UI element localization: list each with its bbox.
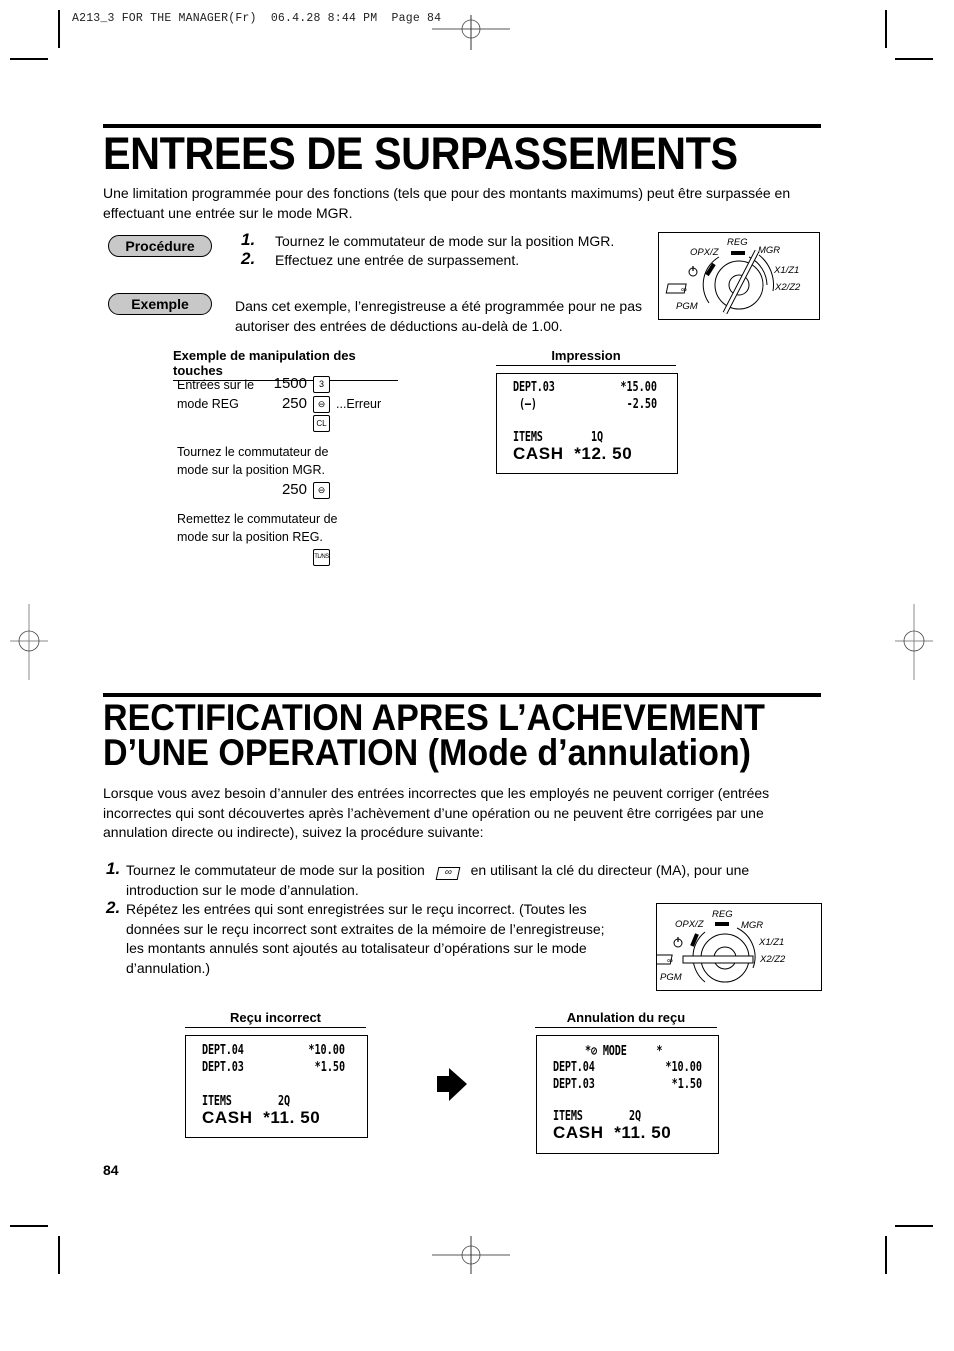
step-text-part: Tournez le commutateur de mode sur la po…: [126, 862, 425, 878]
receipt-items-qty: 2Q: [278, 1094, 290, 1109]
key-dept3: 3: [313, 376, 330, 393]
power-icon: [688, 266, 698, 277]
procedure-label: Procédure: [108, 235, 212, 257]
impression-heading: Impression: [496, 348, 676, 366]
step-text: Effectuez une entrée de surpassement.: [275, 252, 520, 268]
crop-mark: [10, 1225, 48, 1227]
key-clear: CL: [313, 415, 330, 432]
crop-mark: [10, 58, 48, 60]
receipt-items-qty: 2Q: [629, 1109, 641, 1124]
step-number: 2.: [241, 249, 256, 268]
receipt-items-label: ITEMS: [553, 1109, 583, 1124]
section-intro: Lorsque vous avez besoin d’annuler des e…: [103, 785, 770, 840]
svg-text:∞: ∞: [681, 285, 687, 294]
mgr-instruction: mode sur la position MGR.: [177, 463, 325, 477]
incorrect-receipt-heading: Reçu incorrect: [185, 1010, 366, 1028]
void-icon: ∞: [657, 954, 673, 965]
crop-mark: [58, 10, 60, 48]
receipt-total: CASH *11. 50: [553, 1123, 672, 1142]
crop-mark: [885, 1236, 887, 1274]
section-title: D’UNE OPERATION (Mode d’annulation): [103, 732, 751, 773]
power-icon: [673, 937, 683, 948]
arrow-right-icon: [437, 1068, 467, 1101]
section-title: ENTREES DE SURPASSEMENTS: [103, 128, 738, 179]
page-number: 84: [103, 1162, 119, 1178]
registration-mark-bottom: [432, 1236, 510, 1274]
step-number: 2.: [106, 898, 121, 917]
crop-mark: [895, 58, 933, 60]
receipt-line-label: DEPT.04: [202, 1043, 244, 1058]
key-total: TL/NS: [313, 549, 330, 566]
void-icon: ∞: [665, 283, 687, 294]
receipt-total: CASH *12. 50: [513, 444, 633, 463]
entry-value: 250: [281, 481, 307, 498]
reg-label: Entrées sur le: [177, 378, 255, 392]
reg-instruction: Remettez le commutateur de: [177, 512, 338, 526]
receipt-line-amount: *1.50: [314, 1060, 345, 1075]
void-mode-icon: ∞: [435, 867, 461, 880]
reg-label: mode REG: [177, 397, 239, 411]
crop-mark: [58, 1236, 60, 1274]
receipt-line-amount: *15.00: [620, 380, 657, 395]
receipt-line-label: DEPT.04: [553, 1060, 595, 1075]
section-title: RECTIFICATION APRES L’ACHEVEMENT: [103, 697, 765, 738]
reg-instruction: mode sur la position REG.: [177, 530, 323, 544]
example-text: Dans cet exemple, l’enregistreuse a été …: [235, 298, 642, 334]
receipt-line-label: DEPT.03: [553, 1077, 595, 1092]
print-slug: A213_3 FOR THE MANAGER(Fr) 06.4.28 8:44 …: [72, 12, 442, 25]
error-note: ...Erreur: [336, 397, 382, 411]
receipt-line-amount: *10.00: [308, 1043, 345, 1058]
section-intro: Une limitation programmée pour des fonct…: [103, 185, 791, 221]
entry-value: 250: [281, 395, 307, 412]
receipt-total: CASH *11. 50: [202, 1108, 321, 1127]
receipt-items-label: ITEMS: [513, 430, 543, 445]
receipt-line-amount: *10.00: [665, 1060, 702, 1075]
receipt-line-label: (—): [513, 397, 537, 412]
mode-switch-diagram: REG OPX/Z MGR X1/Z1 X2/Z2 PGM ∞: [656, 903, 822, 991]
step-number: 1.: [106, 859, 121, 878]
svg-text:∞: ∞: [667, 956, 673, 965]
dial-graphic: ∞: [665, 249, 774, 315]
receipt-line-amount: *1.50: [671, 1077, 702, 1092]
step-number: 1.: [241, 230, 256, 249]
key-minus: ⊖: [313, 482, 330, 499]
receipt-items-label: ITEMS: [202, 1094, 232, 1109]
key-minus: ⊖: [313, 396, 330, 413]
receipt-impression: DEPT.03 *15.00 (—) -2.50 ITEMS 1Q CASH *…: [496, 373, 678, 474]
crop-mark: [885, 10, 887, 48]
step-text: Tournez le commutateur de mode sur la po…: [126, 861, 816, 900]
mode-switch-diagram: REG OPX/Z MGR X1/Z1 X2/Z2 PGM ∞: [658, 232, 820, 320]
receipt-line-label: DEPT.03: [202, 1060, 244, 1075]
registration-mark-left: [10, 604, 48, 680]
receipt-items-qty: 1Q: [591, 430, 603, 445]
crop-mark: [895, 1225, 933, 1227]
receipt-void: *⊘ MODE * DEPT.04 *10.00 DEPT.03 *1.50 I…: [536, 1035, 719, 1154]
step-text: Répétez les entrées qui sont enregistrée…: [126, 901, 605, 976]
receipt-line-amount: -2.50: [626, 397, 657, 412]
receipt-line-label: DEPT.03: [513, 380, 555, 395]
entry-value: 1500: [273, 375, 307, 392]
dial-graphic: ∞: [657, 922, 756, 983]
step-text: Tournez le commutateur de mode sur la po…: [275, 233, 615, 249]
void-receipt-heading: Annulation du reçu: [535, 1010, 717, 1028]
example-label: Exemple: [108, 293, 212, 315]
registration-mark-right: [895, 604, 933, 680]
receipt-incorrect: DEPT.04 *10.00 DEPT.03 *1.50 ITEMS 2Q CA…: [185, 1035, 368, 1138]
receipt-mode-line: *⊘ MODE *: [585, 1044, 663, 1059]
mgr-instruction: Tournez le commutateur de: [177, 445, 329, 459]
registration-mark-top: [432, 15, 510, 50]
